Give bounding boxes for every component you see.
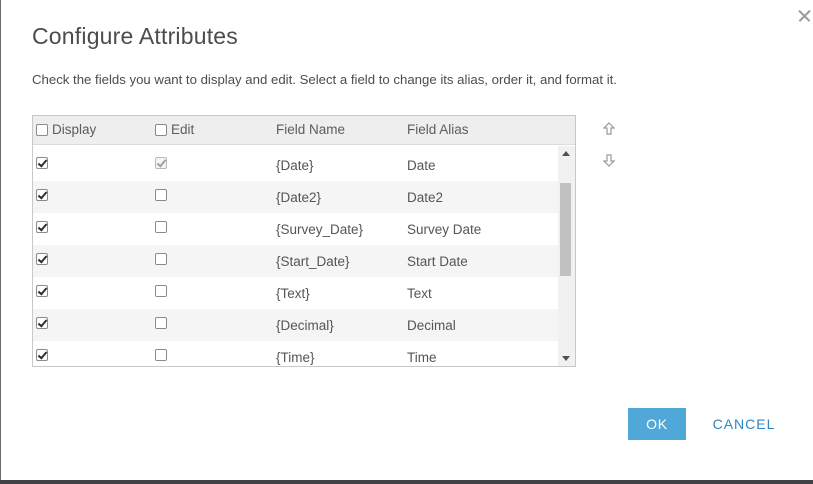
scroll-thumb[interactable] xyxy=(560,183,571,276)
configure-attributes-dialog: Configure Attributes Check the fields yo… xyxy=(0,0,813,480)
display-checkbox[interactable] xyxy=(36,285,48,297)
display-checkbox[interactable] xyxy=(36,189,48,201)
edit-all-checkbox[interactable] xyxy=(155,123,167,136)
cancel-button[interactable]: CANCEL xyxy=(703,408,785,440)
table-row[interactable]: {Time} Time xyxy=(33,341,559,366)
edit-checkbox[interactable] xyxy=(155,221,167,233)
display-checkbox[interactable] xyxy=(36,317,48,329)
arrow-up-icon[interactable] xyxy=(603,122,615,136)
header-edit-label: Edit xyxy=(171,122,195,137)
edit-checkbox[interactable] xyxy=(155,253,167,265)
display-checkbox[interactable] xyxy=(36,253,48,265)
grid-header: Display Edit Field Name Field Alias xyxy=(33,116,575,145)
header-field-alias[interactable]: Field Alias xyxy=(407,122,469,137)
header-field-name-label: Field Name xyxy=(276,122,346,137)
field-name-cell: {Date} xyxy=(276,158,314,173)
scroll-up-arrow-icon[interactable] xyxy=(562,151,570,156)
table-row[interactable]: {Text} Text xyxy=(33,277,559,309)
display-checkbox[interactable] xyxy=(36,157,48,169)
close-icon[interactable] xyxy=(797,8,813,24)
ok-button[interactable]: OK xyxy=(628,408,686,440)
field-name-cell: {Decimal} xyxy=(276,318,334,333)
edit-checkbox[interactable] xyxy=(155,285,167,297)
table-row[interactable]: {Date} Date xyxy=(33,149,559,181)
table-row[interactable]: {Survey_Date} Survey Date xyxy=(33,213,559,245)
table-row[interactable]: {Decimal} Decimal xyxy=(33,309,559,341)
field-alias-cell: Time xyxy=(407,350,437,365)
field-alias-cell: Decimal xyxy=(407,318,456,333)
display-checkbox[interactable] xyxy=(36,349,48,361)
field-name-cell: {Time} xyxy=(276,350,315,365)
background-strip xyxy=(0,480,813,484)
header-display: Display xyxy=(36,122,96,137)
grid-scrollbar[interactable] xyxy=(558,146,575,366)
table-row[interactable]: {Start_Date} Start Date xyxy=(33,245,559,277)
edit-checkbox[interactable] xyxy=(155,349,167,361)
header-display-label: Display xyxy=(52,122,97,137)
field-name-cell: {Start_Date} xyxy=(276,254,350,269)
header-edit: Edit xyxy=(155,122,194,137)
field-alias-cell: Start Date xyxy=(407,254,468,269)
grid-body: {Date} Date {Date2} Date2 {Survey_Date} … xyxy=(33,149,559,366)
instructions-text: Check the fields you want to display and… xyxy=(32,72,617,87)
display-checkbox[interactable] xyxy=(36,221,48,233)
edit-checkbox[interactable] xyxy=(155,317,167,329)
dialog-title: Configure Attributes xyxy=(32,23,239,49)
field-alias-cell: Date xyxy=(407,158,436,173)
scroll-down-arrow-icon[interactable] xyxy=(562,356,570,361)
edit-checkbox[interactable] xyxy=(155,189,167,201)
field-alias-cell: Date2 xyxy=(407,190,444,205)
field-name-cell: {Survey_Date} xyxy=(276,222,364,237)
fields-grid: Display Edit Field Name Field Alias {Dat… xyxy=(32,115,576,367)
table-row[interactable]: {Date2} Date2 xyxy=(33,181,559,213)
field-name-cell: {Date2} xyxy=(276,190,322,205)
arrow-down-icon[interactable] xyxy=(603,153,615,167)
field-alias-cell: Survey Date xyxy=(407,222,482,237)
display-all-checkbox[interactable] xyxy=(36,123,48,136)
header-field-name[interactable]: Field Name xyxy=(276,122,345,137)
field-alias-cell: Text xyxy=(407,286,432,301)
edit-checkbox xyxy=(155,157,167,169)
header-field-alias-label: Field Alias xyxy=(407,122,469,137)
field-name-cell: {Text} xyxy=(276,286,310,301)
